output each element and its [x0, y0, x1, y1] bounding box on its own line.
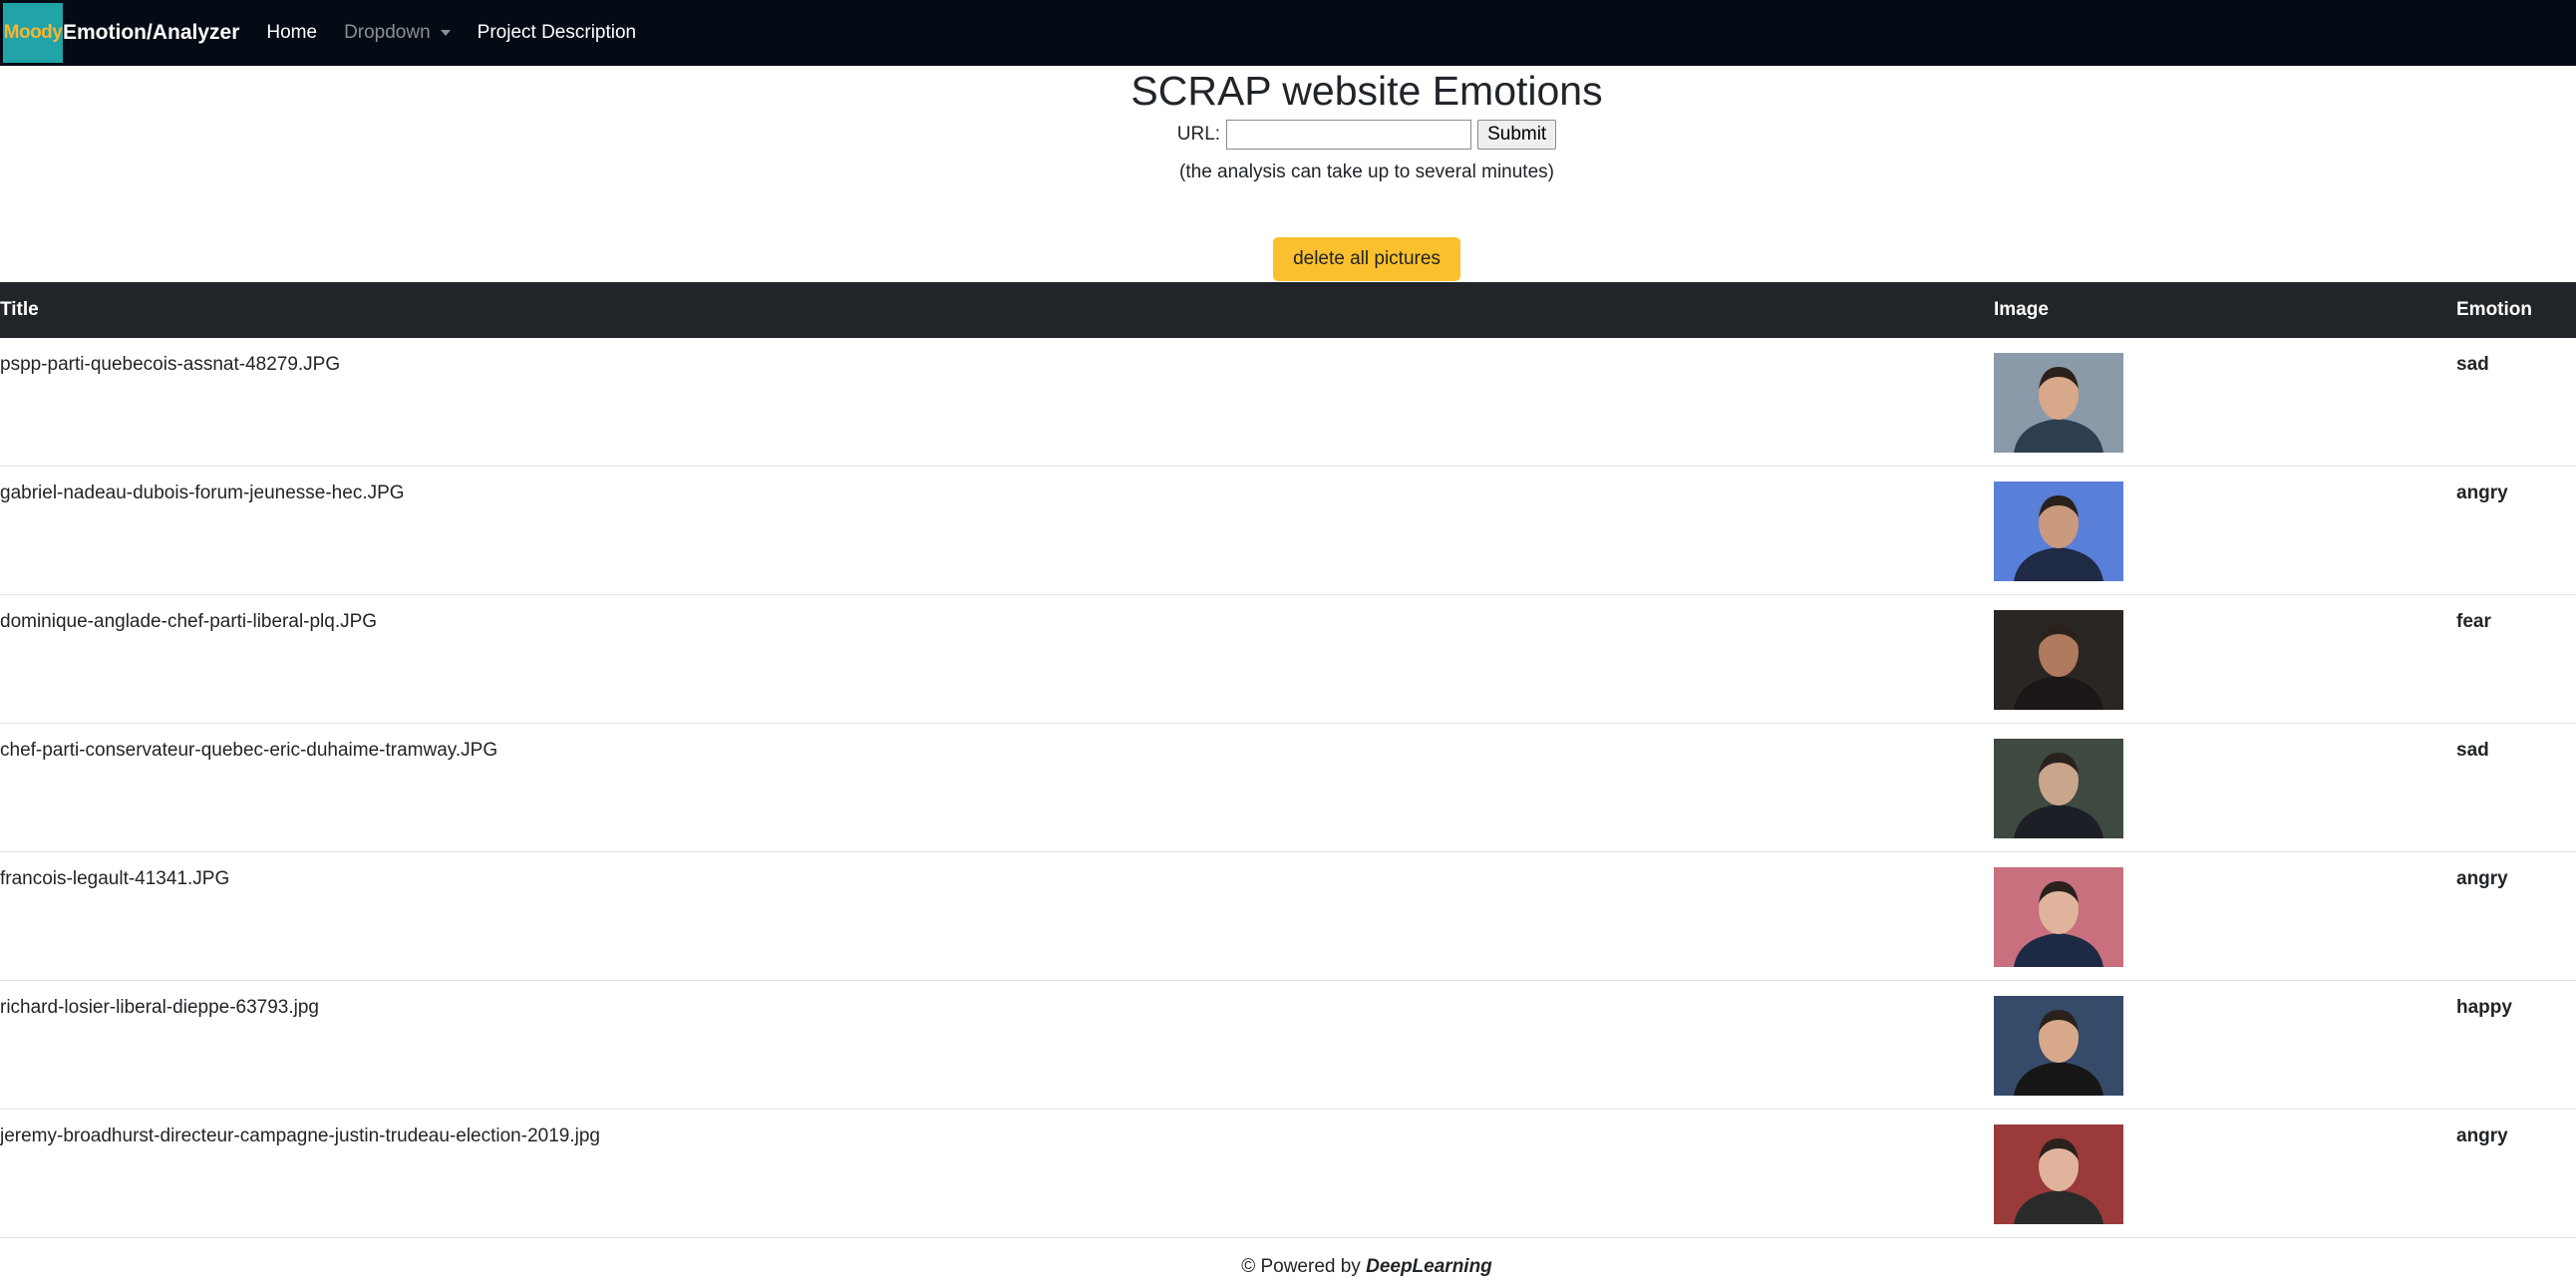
column-image: Image [1994, 299, 2049, 320]
row-title: jeremy-broadhurst-directeur-campagne-jus… [0, 1126, 600, 1146]
row-title: dominique-anglade-chef-parti-liberal-plq… [0, 611, 378, 632]
nav-dropdown-label: Dropdown [344, 22, 431, 43]
row-title: chef-parti-conservateur-quebec-eric-duha… [0, 740, 498, 761]
url-form: URL: Submit [0, 120, 2576, 150]
row-thumbnail [1994, 739, 2123, 838]
delete-all-pictures-button[interactable]: delete all pictures [1273, 237, 1460, 281]
row-emotion: happy [2456, 997, 2512, 1018]
row-emotion: fear [2456, 611, 2491, 632]
nav-home[interactable]: Home [266, 22, 317, 44]
caret-down-icon [440, 30, 451, 36]
row-title: gabriel-nadeau-dubois-forum-jeunesse-hec… [0, 483, 405, 503]
row-title: pspp-parti-quebecois-assnat-48279.JPG [0, 354, 341, 375]
row-thumbnail [1994, 353, 2123, 453]
brand-name[interactable]: Emotion/Analyzer [63, 21, 239, 45]
brand[interactable]: Moody Emotion/Analyzer [3, 0, 239, 66]
row-emotion: angry [2456, 483, 2508, 503]
row-thumbnail [1994, 996, 2123, 1096]
table-row: gabriel-nadeau-dubois-forum-jeunesse-hec… [0, 467, 2576, 595]
submit-button[interactable]: Submit [1477, 120, 1557, 150]
table-row: pspp-parti-quebecois-assnat-48279.JPG sad [0, 338, 2576, 467]
column-emotion: Emotion [2456, 299, 2532, 320]
navbar: Moody Emotion/Analyzer Home Dropdown Pro… [0, 0, 2576, 66]
analysis-note: (the analysis can take up to several min… [1179, 161, 1554, 182]
row-emotion: sad [2456, 354, 2489, 375]
column-title: Title [0, 299, 39, 320]
row-emotion: angry [2456, 868, 2508, 889]
page-title: SCRAP website Emotions [1130, 68, 1603, 114]
nav-dropdown[interactable]: Dropdown [344, 22, 451, 44]
row-emotion: sad [2456, 740, 2489, 761]
table-header: Title Image Emotion [0, 282, 2576, 338]
brand-logo[interactable]: Moody [3, 3, 63, 63]
row-thumbnail [1994, 867, 2123, 967]
url-label: URL: [1176, 124, 1221, 145]
row-thumbnail [1994, 1125, 2123, 1224]
row-thumbnail [1994, 482, 2123, 581]
footer-brand: DeepLearning [1366, 1256, 1492, 1277]
url-input[interactable] [1226, 120, 1472, 150]
table-row: richard-losier-liberal-dieppe-63793.jpg h… [0, 981, 2576, 1110]
footer-prefix: © Powered by [1241, 1256, 1367, 1277]
row-title: francois-legault-41341.JPG [0, 868, 230, 889]
row-thumbnail [1994, 610, 2123, 710]
table-row: dominique-anglade-chef-parti-liberal-plq… [0, 595, 2576, 724]
footer: © Powered by DeepLearning [0, 1256, 2576, 1278]
row-emotion: angry [2456, 1126, 2508, 1146]
table-row: jeremy-broadhurst-directeur-campagne-jus… [0, 1110, 2576, 1238]
table-row: francois-legault-41341.JPG angry [0, 852, 2576, 981]
row-title: richard-losier-liberal-dieppe-63793.jpg [0, 997, 320, 1018]
table-row: chef-parti-conservateur-quebec-eric-duha… [0, 724, 2576, 852]
table-body: pspp-parti-quebecois-assnat-48279.JPG sad… [0, 338, 2576, 1238]
nav-project-description[interactable]: Project Description [478, 22, 636, 44]
